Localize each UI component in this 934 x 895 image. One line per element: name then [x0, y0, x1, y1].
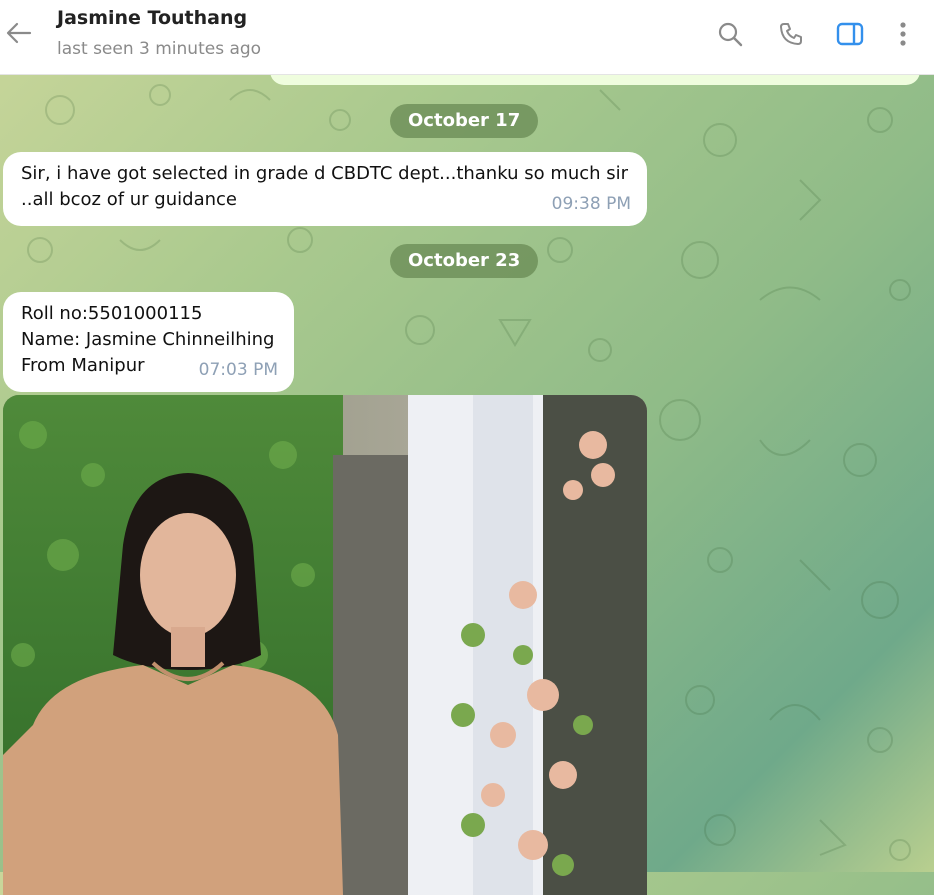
- photo-image: [3, 395, 647, 895]
- call-button[interactable]: [776, 18, 806, 50]
- back-button[interactable]: [4, 18, 34, 48]
- message-text-line: Sir, i have got selected in grade d CBDT…: [21, 163, 629, 184]
- message-time: 07:03 PM: [198, 360, 278, 380]
- search-button[interactable]: [715, 18, 745, 50]
- three-dots-vertical-icon: [900, 22, 906, 46]
- search-icon: [718, 22, 743, 47]
- message-time: 09:38 PM: [551, 194, 631, 214]
- last-seen-status: last seen 3 minutes ago: [57, 39, 262, 59]
- photo-message[interactable]: [3, 395, 647, 895]
- chat-header: Jasmine Touthang last seen 3 minutes ago: [0, 0, 934, 75]
- message-text-line: Name: Jasmine Chinneilhing: [21, 329, 275, 350]
- more-menu-button[interactable]: [888, 18, 918, 50]
- arrow-left-icon: [6, 22, 32, 44]
- date-separator: October 23: [390, 244, 539, 278]
- date-separator: October 17: [390, 104, 539, 138]
- phone-icon: [780, 23, 802, 45]
- message-bubble[interactable]: Sir, i have got selected in grade d CBDT…: [3, 152, 647, 226]
- message-text-line: Roll no:5501000115: [21, 303, 203, 324]
- sidebar-toggle-icon: [836, 22, 864, 46]
- side-panel-button[interactable]: [835, 18, 865, 50]
- message-bubble[interactable]: Roll no:5501000115 Name: Jasmine Chinnei…: [3, 292, 294, 392]
- chat-title[interactable]: Jasmine Touthang: [57, 7, 247, 29]
- message-text-line: ..all bcoz of ur guidance: [21, 189, 237, 210]
